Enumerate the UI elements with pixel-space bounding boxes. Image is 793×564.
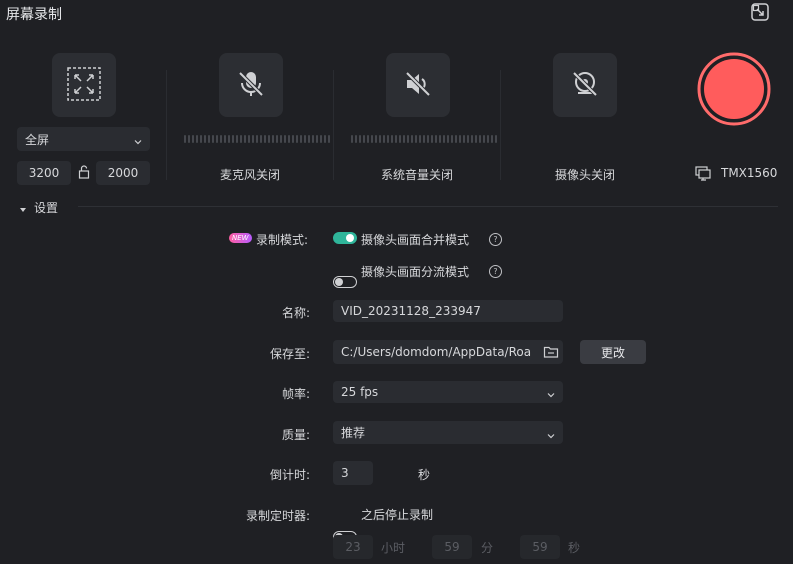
settings-section-label[interactable]: 设置 — [34, 199, 58, 216]
new-badge: NEW — [229, 233, 252, 243]
record-mode-label: 录制模式: — [256, 233, 309, 247]
system-audio-label: 系统音量关闭 — [380, 168, 453, 182]
split-mode-toggle[interactable] — [333, 276, 357, 288]
divider — [333, 70, 334, 180]
camera-toggle-button[interactable] — [553, 53, 617, 117]
width-input[interactable]: 3200 — [17, 161, 71, 185]
name-label: 名称: — [281, 306, 310, 320]
height-input[interactable]: 2000 — [96, 161, 150, 185]
chevron-down-icon — [134, 135, 142, 145]
camera-label: 摄像头关闭 — [554, 168, 615, 182]
window-title: 屏幕录制 — [6, 7, 62, 23]
merge-mode-toggle[interactable] — [333, 232, 357, 244]
microphone-off-icon — [234, 67, 268, 104]
microphone-toggle-button[interactable] — [219, 53, 283, 117]
fps-label: 帧率: — [281, 387, 310, 401]
countdown-unit: 秒 — [418, 468, 431, 482]
minimize-window-icon[interactable] — [750, 2, 770, 22]
folder-icon[interactable] — [543, 344, 559, 360]
record-button[interactable] — [697, 52, 771, 126]
timer-toggle-label: 之后停止录制 — [361, 508, 434, 522]
display-name[interactable]: TMX1560 — [721, 166, 777, 180]
minutes-unit: 分 — [481, 541, 494, 555]
chevron-down-icon — [547, 429, 555, 438]
fullscreen-area-icon — [64, 64, 104, 107]
aspect-lock-icon[interactable] — [77, 165, 91, 179]
capture-mode-value: 全屏 — [25, 132, 50, 147]
save-path-value: C:/Users/domdom/AppData/Roa — [341, 345, 532, 359]
microphone-label: 麦克风关闭 — [219, 168, 280, 182]
save-path-input[interactable]: C:/Users/domdom/AppData/Roa — [333, 340, 563, 364]
name-input[interactable]: VID_20231128_233947 — [333, 300, 563, 322]
timer-hours-input[interactable]: 23 — [333, 535, 373, 559]
speaker-off-icon — [401, 67, 435, 104]
screen-area-button[interactable] — [52, 53, 116, 117]
monitor-icon — [695, 165, 711, 181]
divider — [166, 70, 167, 180]
fps-value: 25 fps — [341, 385, 379, 399]
quality-label: 质量: — [281, 428, 310, 442]
chevron-down-icon — [547, 388, 555, 398]
system-audio-toggle-button[interactable] — [386, 53, 450, 117]
microphone-level-meter — [184, 135, 332, 143]
timer-seconds-input[interactable]: 59 — [520, 535, 560, 559]
section-divider — [78, 206, 778, 207]
change-path-button[interactable]: 更改 — [580, 340, 646, 364]
capture-mode-dropdown[interactable]: 全屏 — [17, 127, 150, 151]
system-audio-level-meter — [351, 135, 499, 143]
seconds-unit: 秒 — [568, 541, 581, 555]
quality-dropdown[interactable]: 推荐 — [333, 421, 563, 444]
hours-unit: 小时 — [381, 541, 406, 555]
merge-mode-label: 摄像头画面合并模式 — [361, 233, 470, 247]
divider — [500, 70, 501, 180]
save-path-label: 保存至: — [269, 347, 310, 361]
camera-off-icon — [568, 67, 602, 104]
timer-label: 录制定时器: — [245, 509, 310, 523]
help-icon[interactable]: ? — [489, 233, 502, 246]
collapse-caret-icon[interactable] — [19, 203, 27, 212]
help-icon[interactable]: ? — [489, 265, 502, 278]
quality-value: 推荐 — [341, 426, 366, 440]
split-mode-label: 摄像头画面分流模式 — [361, 265, 470, 279]
timer-minutes-input[interactable]: 59 — [432, 535, 472, 559]
countdown-input[interactable]: 3 — [333, 461, 373, 485]
fps-dropdown[interactable]: 25 fps — [333, 381, 563, 403]
countdown-label: 倒计时: — [269, 468, 310, 482]
